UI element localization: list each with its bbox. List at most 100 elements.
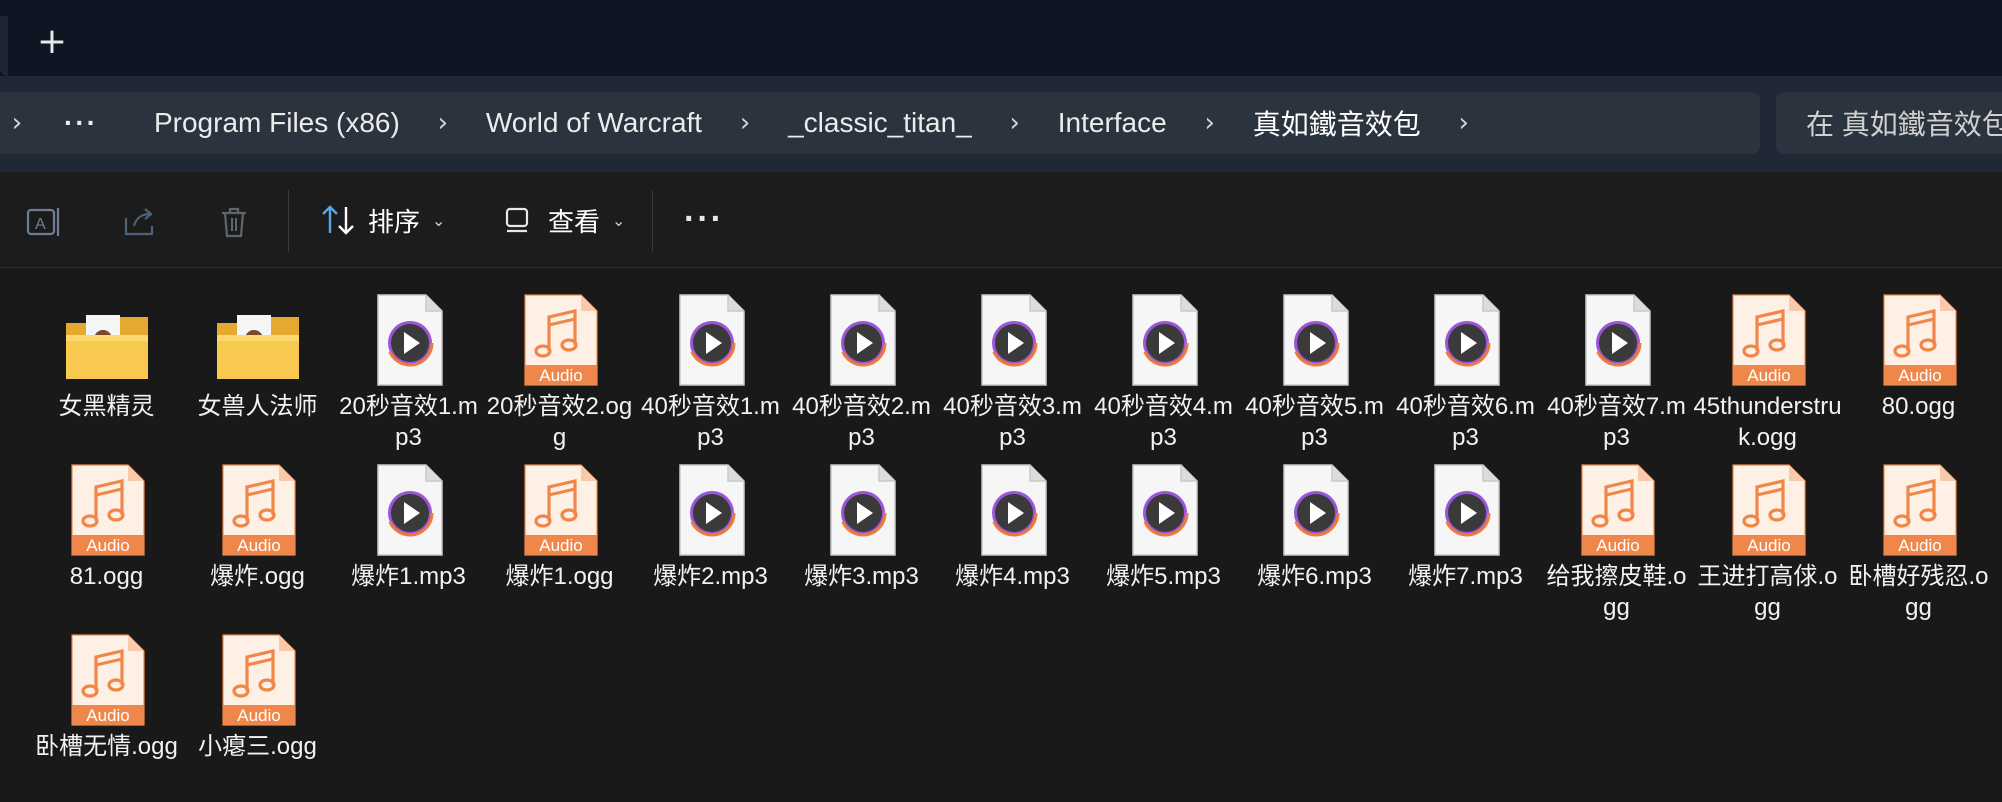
chevron-right-icon[interactable]: › (1193, 108, 1227, 138)
file-name: 爆炸2.mp3 (653, 563, 768, 590)
file-name: 卧槽好残忍.ogg (1848, 563, 1989, 621)
chevron-right-icon[interactable]: › (728, 108, 762, 138)
search-input[interactable]: 在 真如鐵音效包 (1776, 92, 2002, 154)
file-name: 女兽人法师 (197, 393, 318, 420)
file-item[interactable]: 40秒音效7.mp3 (1541, 281, 1692, 451)
chevron-down-icon: ⌄ (432, 210, 446, 230)
file-name: 爆炸6.mp3 (1257, 563, 1372, 590)
file-name: 40秒音效6.mp3 (1396, 393, 1535, 451)
tab-edge (0, 16, 8, 76)
media-file-icon (1423, 463, 1509, 557)
media-file-icon (1272, 463, 1358, 557)
file-item[interactable]: Audio 卧槽无情.ogg (31, 621, 182, 781)
file-item[interactable]: Audio 给我擦皮鞋.ogg (1541, 451, 1692, 621)
file-item[interactable]: 爆炸4.mp3 (937, 451, 1088, 611)
svg-text:Audio: Audio (1596, 536, 1639, 555)
file-grid: 女黑精灵 女兽人法师 20秒音效1.mp3 Audio 20秒音效2.ogg 40秒音效1… (0, 269, 2002, 802)
file-item[interactable]: 爆炸2.mp3 (635, 451, 786, 611)
file-item[interactable]: 20秒音效1.mp3 (333, 281, 484, 451)
chevron-right-icon[interactable]: › (0, 108, 34, 138)
chevron-right-icon[interactable]: › (426, 108, 460, 138)
file-item[interactable]: 爆炸1.mp3 (333, 451, 484, 611)
sort-button[interactable]: 排序 ⌄ (320, 194, 445, 246)
chevron-right-icon[interactable]: › (1447, 108, 1481, 138)
svg-text:Audio: Audio (1747, 366, 1790, 385)
file-item[interactable]: Audio 王进打高俅.ogg (1692, 451, 1843, 621)
delete-icon[interactable] (214, 202, 254, 242)
file-item[interactable]: 40秒音效3.mp3 (937, 281, 1088, 451)
breadcrumb-item-interface[interactable]: Interface (1032, 107, 1193, 139)
media-file-icon (819, 463, 905, 557)
file-name: 爆炸.ogg (210, 563, 305, 590)
audio-file-icon: Audio (517, 463, 603, 557)
media-file-icon (366, 463, 452, 557)
file-item[interactable]: Audio 81.ogg (31, 451, 182, 611)
sort-icon (322, 205, 354, 235)
breadcrumb-item-program-files[interactable]: Program Files (x86) (128, 107, 426, 139)
file-item[interactable]: 爆炸5.mp3 (1088, 451, 1239, 611)
view-button[interactable]: 查看 ⌄ (502, 194, 625, 246)
audio-file-icon: Audio (1876, 293, 1962, 387)
file-item[interactable]: 40秒音效5.mp3 (1239, 281, 1390, 451)
svg-text:Audio: Audio (86, 706, 129, 725)
file-name: 40秒音效1.mp3 (641, 393, 780, 451)
more-options-button[interactable]: ··· (684, 202, 724, 236)
file-name: 20秒音效1.mp3 (339, 393, 478, 451)
media-file-icon (668, 463, 754, 557)
file-item[interactable]: 40秒音效6.mp3 (1390, 281, 1541, 451)
chevron-right-icon[interactable]: › (998, 108, 1032, 138)
file-item[interactable]: Audio 80.ogg (1843, 281, 1994, 441)
file-name: 爆炸4.mp3 (955, 563, 1070, 590)
file-name: 40秒音效2.mp3 (792, 393, 931, 451)
breadcrumb-item-world-of-warcraft[interactable]: World of Warcraft (460, 107, 728, 139)
file-name: 给我擦皮鞋.ogg (1546, 563, 1687, 621)
breadcrumb-overflow[interactable]: ··· (34, 107, 128, 139)
svg-text:A: A (35, 216, 46, 233)
sort-label: 排序 (368, 206, 421, 237)
file-item[interactable]: 爆炸3.mp3 (786, 451, 937, 611)
file-item[interactable]: Audio 爆炸.ogg (182, 451, 333, 611)
audio-file-icon: Audio (1876, 463, 1962, 557)
command-bar: A 排序 ⌄ 查看 ⌄ ··· (0, 172, 2002, 268)
file-name: 爆炸3.mp3 (804, 563, 919, 590)
rename-icon[interactable]: A (24, 202, 64, 242)
share-icon[interactable] (120, 202, 160, 242)
file-item[interactable]: Audio 爆炸1.ogg (484, 451, 635, 611)
media-file-icon (970, 463, 1056, 557)
file-item[interactable]: Audio 20秒音效2.ogg (484, 281, 635, 451)
file-name: 爆炸1.mp3 (351, 563, 466, 590)
file-name: 王进打高俅.ogg (1697, 563, 1838, 621)
svg-text:Audio: Audio (539, 366, 582, 385)
address-row: › ··· Program Files (x86) › World of War… (0, 76, 2002, 172)
file-name: 40秒音效3.mp3 (943, 393, 1082, 451)
folder-icon (64, 293, 150, 387)
audio-file-icon: Audio (215, 463, 301, 557)
media-file-icon (1272, 293, 1358, 387)
new-tab-button[interactable]: + (36, 24, 68, 60)
file-item[interactable]: 爆炸7.mp3 (1390, 451, 1541, 611)
media-file-icon (970, 293, 1056, 387)
breadcrumb-item-current[interactable]: 真如鐵音效包 (1227, 103, 1447, 143)
audio-file-icon: Audio (1725, 293, 1811, 387)
audio-file-icon: Audio (64, 633, 150, 727)
file-item[interactable]: 爆炸6.mp3 (1239, 451, 1390, 611)
file-item[interactable]: Audio 小瘪三.ogg (182, 621, 333, 781)
audio-file-icon: Audio (517, 293, 603, 387)
file-item[interactable]: Audio 45thunderstruk.ogg (1692, 281, 1843, 451)
file-item[interactable]: 40秒音效2.mp3 (786, 281, 937, 451)
view-label: 查看 (548, 206, 601, 237)
file-name: 81.ogg (69, 563, 144, 590)
media-file-icon (1423, 293, 1509, 387)
breadcrumb-item-classic-titan[interactable]: _classic_titan_ (762, 107, 998, 139)
chevron-down-icon: ⌄ (612, 210, 626, 230)
file-item[interactable]: 40秒音效1.mp3 (635, 281, 786, 451)
folder-item[interactable]: 女兽人法师 (182, 281, 333, 441)
file-item[interactable]: Audio 卧槽好残忍.ogg (1843, 451, 1994, 621)
media-file-icon (366, 293, 452, 387)
audio-file-icon: Audio (64, 463, 150, 557)
svg-text:Audio: Audio (86, 536, 129, 555)
file-name: 爆炸5.mp3 (1106, 563, 1221, 590)
folder-item[interactable]: 女黑精灵 (31, 281, 182, 441)
breadcrumb[interactable]: › ··· Program Files (x86) › World of War… (0, 92, 1760, 154)
file-item[interactable]: 40秒音效4.mp3 (1088, 281, 1239, 451)
